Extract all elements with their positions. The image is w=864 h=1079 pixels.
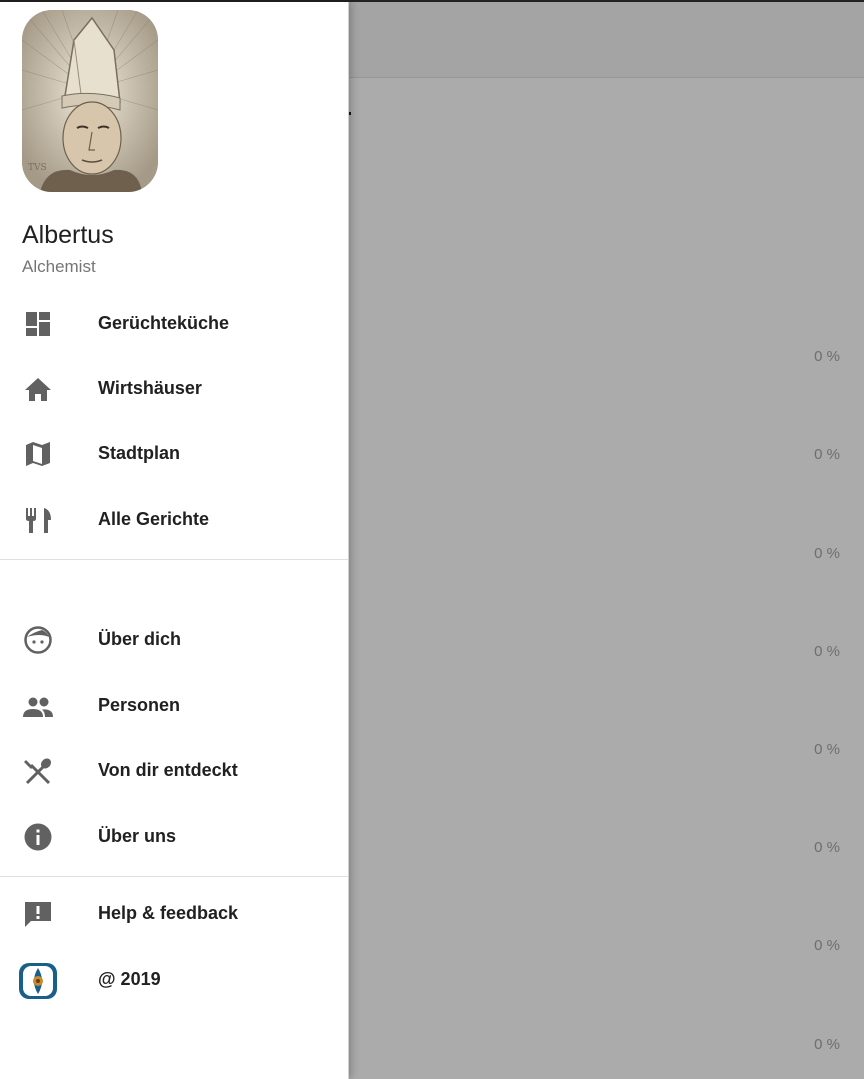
progress-percent: 0 % (814, 1036, 840, 1053)
app-logo-icon (18, 962, 58, 1000)
nav-item-wirtshaeuser[interactable]: Wirtshäuser (0, 361, 348, 417)
svg-text:TVS: TVS (28, 163, 47, 173)
nav-label: Von dir entdeckt (98, 760, 238, 780)
restaurant-icon (22, 506, 54, 534)
spoon-fork-icon (22, 757, 54, 785)
nav-label: Über uns (98, 826, 177, 846)
user-role: Alchemist (22, 257, 96, 276)
nav-label: Wirtshäuser (98, 378, 202, 398)
nav-item-personen[interactable]: Personen (0, 678, 348, 734)
feedback-icon (22, 900, 54, 928)
divider (0, 559, 348, 560)
divider (0, 876, 348, 877)
progress-percent: 0 % (814, 348, 840, 365)
nav-item-copyright[interactable]: @ 2019 (0, 952, 348, 1008)
nav-item-help-feedback[interactable]: Help & feedback (0, 886, 348, 942)
nav-label: Alle Gerichte (98, 509, 210, 529)
progress-percent: 0 % (814, 545, 840, 562)
dashboard-icon (22, 310, 54, 338)
face-icon (22, 626, 54, 654)
nav-label: Gerüchteküche (98, 313, 230, 333)
progress-percent: 0 % (814, 839, 840, 856)
progress-percent: 0 % (814, 741, 840, 758)
nav-label: @ 2019 (98, 969, 161, 989)
nav-item-stadtplan[interactable]: Stadtplan (0, 426, 348, 482)
home-icon (22, 375, 54, 403)
nav-item-von-dir-entdeckt[interactable]: Von dir entdeckt (0, 743, 348, 799)
navigation-drawer: TVS Albertus Alchemist Gerüchteküche Wir… (0, 2, 349, 1079)
nav-label: Stadtplan (98, 443, 181, 463)
user-name: Albertus (22, 221, 114, 249)
nav-label: Help & feedback (98, 903, 239, 923)
nav-item-geruechtekueche[interactable]: Gerüchteküche (0, 296, 348, 352)
nav-label: Personen (98, 695, 181, 715)
people-icon (22, 692, 54, 720)
avatar[interactable]: TVS (22, 10, 158, 192)
portrait-avatar: TVS (22, 10, 158, 192)
progress-percent: 0 % (814, 937, 840, 954)
progress-percent: 0 % (814, 643, 840, 660)
nav-label: Über dich (98, 629, 182, 649)
map-icon (22, 440, 54, 468)
info-icon (22, 823, 54, 851)
nav-item-ueber-dich[interactable]: Über dich (0, 612, 348, 668)
nav-item-ueber-uns[interactable]: Über uns (0, 809, 348, 865)
nav-item-alle-gerichte[interactable]: Alle Gerichte (0, 492, 348, 548)
progress-percent: 0 % (814, 446, 840, 463)
